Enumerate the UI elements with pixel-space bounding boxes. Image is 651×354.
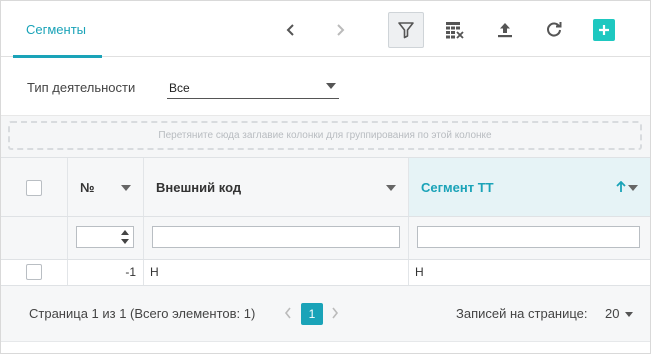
pager-info: Страница 1 из 1 (Всего элементов: 1) [29, 306, 256, 321]
tab-active-indicator [13, 55, 102, 58]
caret-down-icon[interactable] [628, 185, 638, 191]
column-divider [143, 260, 144, 285]
chevron-left-icon [286, 24, 294, 36]
cell-segment: Н [415, 265, 424, 279]
number-filter-input[interactable] [76, 226, 134, 248]
filter-toggle-button[interactable] [388, 12, 424, 48]
column-title-number: № [80, 179, 95, 195]
table-row[interactable]: -1 Н Н [1, 260, 650, 286]
select-all-checkbox[interactable] [26, 180, 42, 196]
page-size-value: 20 [605, 306, 620, 321]
table-clear-icon [446, 22, 464, 39]
activity-type-select[interactable]: Все [167, 73, 339, 99]
refresh-button[interactable] [536, 12, 572, 48]
column-title-segment: Сегмент ТТ [421, 179, 494, 195]
activity-type-value: Все [169, 81, 190, 95]
pager-page-button[interactable]: 1 [301, 303, 323, 325]
external-code-filter-input[interactable] [152, 226, 400, 248]
chevron-right-icon [332, 307, 339, 319]
add-button-box [593, 19, 615, 41]
pager: Страница 1 из 1 (Всего элементов: 1) 1 З… [1, 286, 650, 342]
spin-down-icon[interactable] [121, 239, 129, 244]
export-button[interactable] [487, 12, 523, 48]
column-header-number[interactable]: № [68, 158, 143, 216]
next-button[interactable] [323, 12, 357, 48]
add-button[interactable] [586, 12, 622, 48]
caret-down-icon [625, 312, 633, 317]
upload-icon [498, 23, 512, 38]
toolbar: Сегменты [1, 1, 650, 58]
column-header-segment[interactable]: Сегмент ТТ [409, 158, 650, 216]
group-drop-zone[interactable]: Перетяните сюда заглавие колонки для гру… [8, 121, 642, 150]
caret-down-icon[interactable] [386, 185, 396, 191]
caret-down-icon[interactable] [121, 185, 131, 191]
cell-number: -1 [125, 265, 136, 279]
pager-next-button[interactable] [328, 303, 342, 323]
prev-button[interactable] [274, 12, 308, 48]
tab-segments[interactable]: Сегменты [13, 1, 102, 58]
column-header-external-code[interactable]: Внешний код [144, 158, 408, 216]
caret-down-icon [326, 83, 336, 89]
segment-filter-input[interactable] [417, 226, 640, 248]
column-divider [408, 260, 409, 285]
spin-up-icon[interactable] [121, 230, 129, 235]
column-title-external-code: Внешний код [156, 179, 242, 195]
grid-header: № Внешний код Сегмент ТТ [1, 157, 650, 217]
refresh-icon [547, 22, 562, 37]
row-select-checkbox[interactable] [26, 264, 42, 280]
page-size-label: Записей на странице: [456, 306, 588, 321]
column-divider [408, 217, 409, 259]
filter-icon [398, 22, 414, 39]
cell-external-code: Н [150, 265, 159, 279]
segments-window: Сегменты Тип деятельности Все Перетяните… [0, 0, 651, 354]
column-divider [67, 260, 68, 285]
chevron-left-icon [284, 307, 291, 319]
tab-label: Сегменты [26, 22, 87, 37]
pager-prev-button[interactable] [281, 303, 295, 323]
group-drop-hint: Перетяните сюда заглавие колонки для гру… [158, 130, 492, 141]
clear-filters-button[interactable] [437, 12, 473, 48]
page-size-select[interactable]: 20 [603, 302, 637, 324]
activity-type-label: Тип деятельности [27, 80, 136, 95]
group-panel: Перетяните сюда заглавие колонки для гру… [1, 115, 650, 157]
column-divider [143, 217, 144, 259]
sort-ascending-icon [616, 181, 626, 192]
grid-filter-row [1, 217, 650, 260]
column-divider [67, 217, 68, 259]
chevron-right-icon [337, 24, 345, 36]
plus-icon [599, 25, 609, 35]
